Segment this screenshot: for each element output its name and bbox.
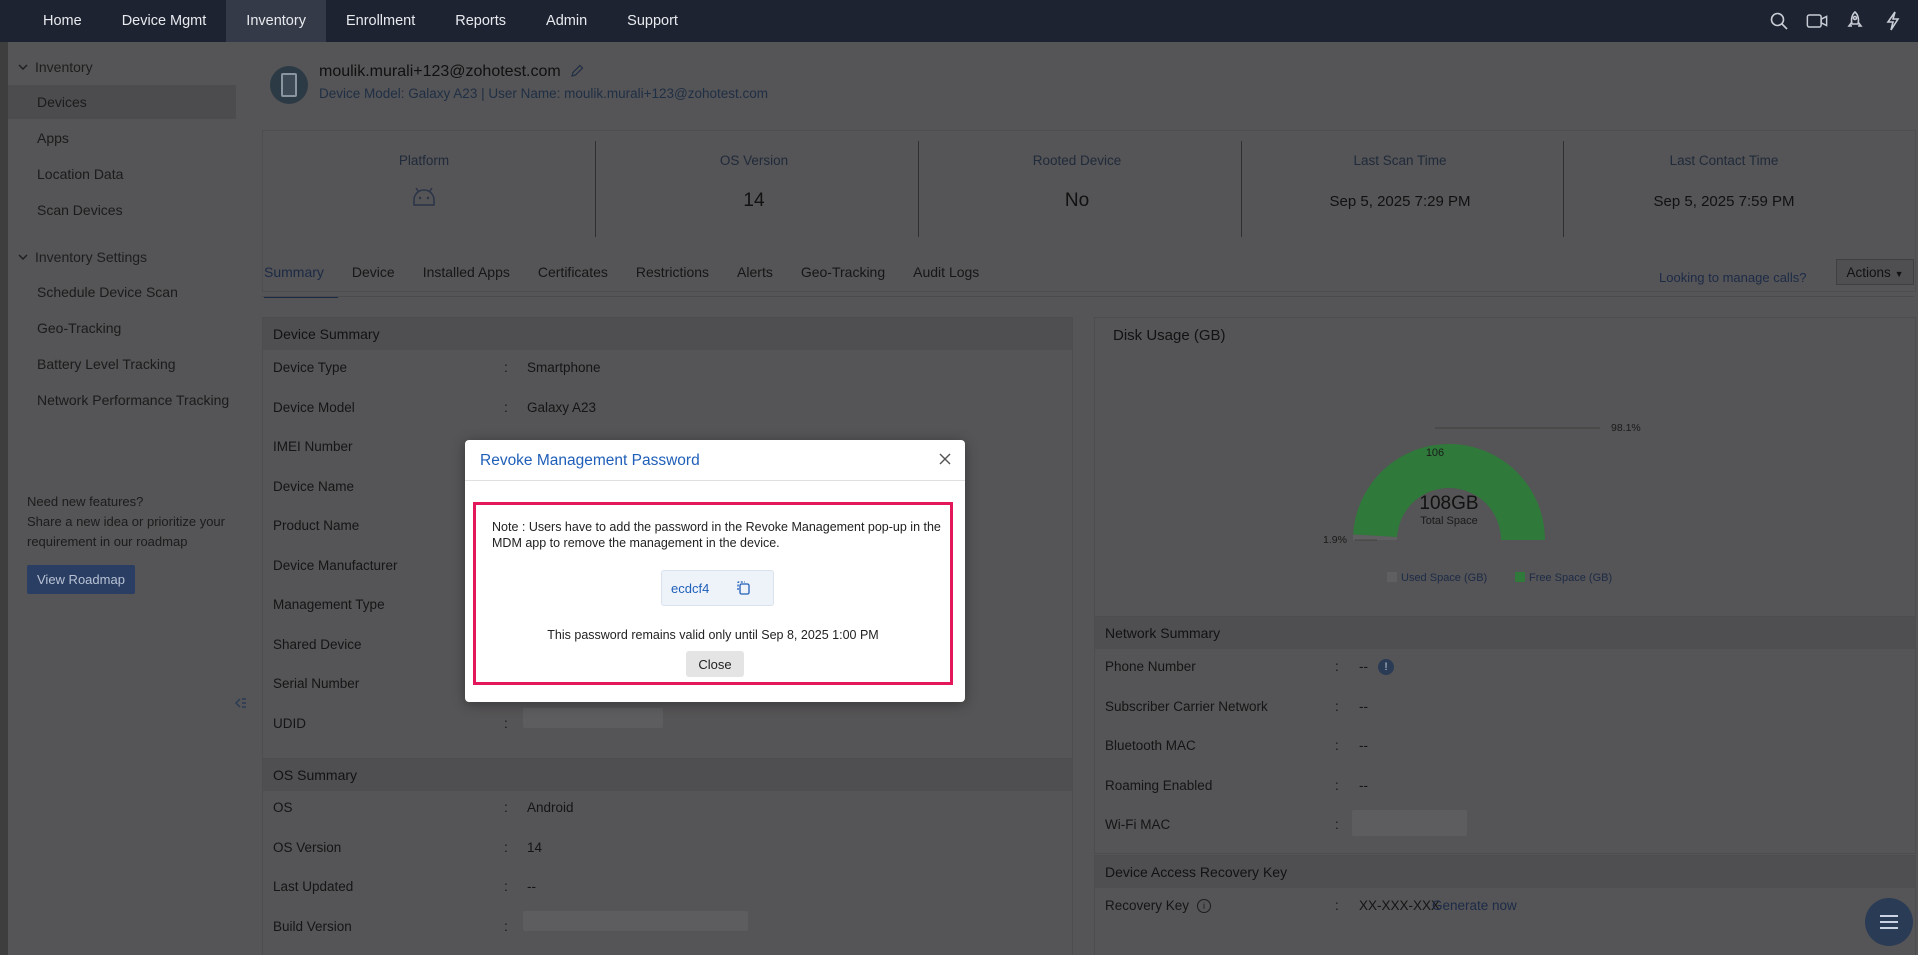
password-validity: This password remains valid only until S… xyxy=(547,628,879,642)
modal-overlay: Revoke Management Password Note : Users … xyxy=(0,0,1918,955)
highlighted-content: Note : Users have to add the password in… xyxy=(473,502,953,685)
dialog-divider xyxy=(465,480,965,481)
close-icon[interactable] xyxy=(937,451,953,467)
password-field: ecdcf4 xyxy=(661,570,774,606)
close-button[interactable]: Close xyxy=(686,651,744,677)
dialog-title: Revoke Management Password xyxy=(480,452,700,469)
revoke-password-dialog: Revoke Management Password Note : Users … xyxy=(465,440,965,702)
copy-icon[interactable] xyxy=(735,579,753,597)
app-root: Home Device Mgmt Inventory Enrollment Re… xyxy=(0,0,1918,955)
dialog-note: Note : Users have to add the password in… xyxy=(492,520,941,550)
password-value[interactable]: ecdcf4 xyxy=(671,581,709,596)
